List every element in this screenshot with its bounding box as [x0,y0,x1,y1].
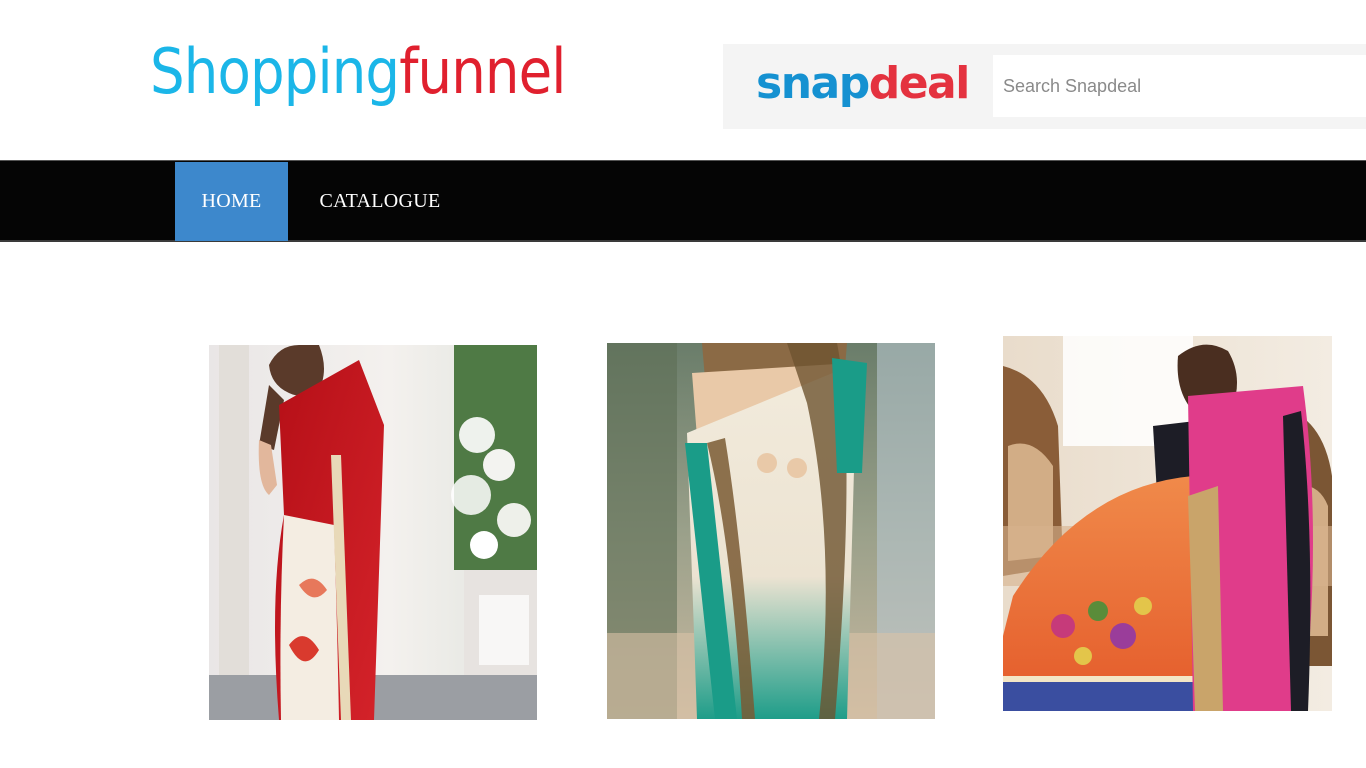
red-saree-photo [209,345,537,720]
site-logo[interactable]: Shoppingfunnel [150,32,566,112]
search-input[interactable] [993,55,1366,117]
site-header: Shoppingfunnel snapdeal [0,0,1366,160]
logo-text-shopping: Shopping [150,35,400,108]
main-navigation: HOME CATALOGUE [0,160,1366,242]
brand-text-snap: snap [756,58,870,109]
product-image-pink-orange-saree[interactable] [1003,336,1332,711]
logo-text-funnel: funnel [399,35,566,108]
pink-orange-saree-photo [1003,336,1332,711]
cream-teal-saree-photo [607,343,935,719]
snapdeal-logo[interactable]: snapdeal [756,56,971,112]
snapdeal-search-widget: snapdeal [723,44,1366,129]
product-image-cream-teal-saree[interactable] [607,343,935,719]
product-image-red-saree[interactable] [209,345,537,720]
brand-text-deal: deal [868,58,971,109]
nav-item-catalogue[interactable]: CATALOGUE [300,162,460,241]
nav-item-home[interactable]: HOME [175,162,288,241]
